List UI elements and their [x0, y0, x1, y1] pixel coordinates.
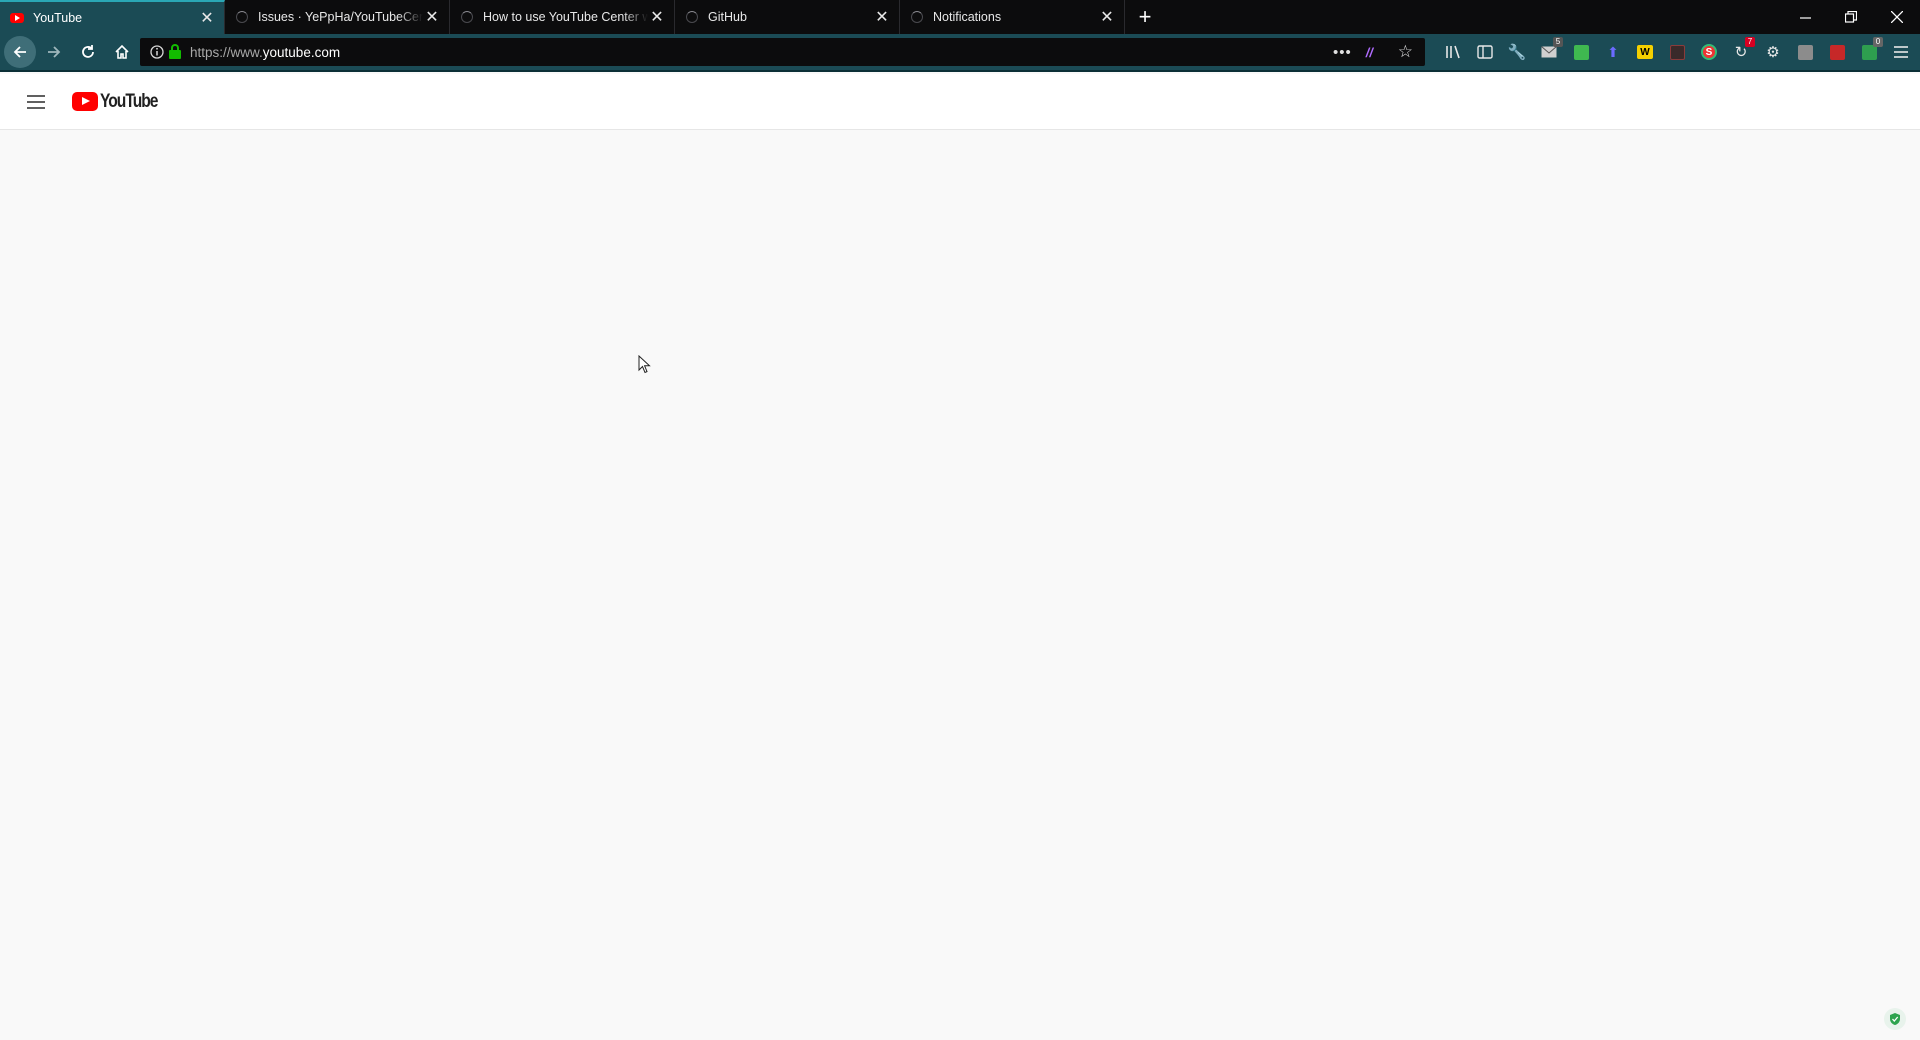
- grey-extension-icon[interactable]: [1792, 39, 1818, 65]
- tab-strip: YouTube ✕ Issues · YePpHa/YouTubeCenter …: [0, 0, 1920, 34]
- tab-title: Issues · YePpHa/YouTubeCenter: [258, 10, 423, 24]
- counter-badge: 0: [1873, 37, 1883, 47]
- red-extension-icon[interactable]: [1824, 39, 1850, 65]
- s-extension-icon[interactable]: S: [1696, 39, 1722, 65]
- new-tab-button[interactable]: +: [1129, 0, 1161, 34]
- close-window-button[interactable]: [1874, 0, 1920, 34]
- tab-title: YouTube: [33, 11, 83, 25]
- extension-slash-icon[interactable]: //: [1366, 45, 1384, 60]
- youtube-masthead: YouTube: [0, 74, 1920, 130]
- youtube-play-icon: [72, 92, 98, 111]
- navigation-toolbar: https://www.youtube.com ••• // ☆ 🔧 5 ⬆ W…: [0, 34, 1920, 72]
- address-bar[interactable]: https://www.youtube.com ••• // ☆: [140, 38, 1425, 66]
- close-tab-icon[interactable]: ✕: [873, 8, 891, 26]
- sidebar-icon[interactable]: [1472, 39, 1498, 65]
- green-counter-extension-icon[interactable]: 0: [1856, 37, 1883, 65]
- loading-spinner-icon: [685, 10, 699, 24]
- mail-extension-icon[interactable]: 5: [1536, 37, 1563, 65]
- youtube-logo[interactable]: YouTube: [72, 91, 170, 113]
- youtube-logo-text: YouTube: [100, 90, 158, 112]
- green-extension-icon[interactable]: [1568, 39, 1594, 65]
- home-button[interactable]: [106, 36, 138, 68]
- bookmark-star-icon[interactable]: ☆: [1398, 42, 1413, 62]
- tab-youtube[interactable]: YouTube ✕: [0, 0, 225, 34]
- tab-title: Notifications: [933, 10, 1002, 24]
- tab-title: How to use YouTube Center with: [483, 10, 648, 24]
- arrow-left-icon: [13, 46, 26, 58]
- forward-button[interactable]: [38, 36, 70, 68]
- page-content-area: [0, 131, 1920, 1040]
- wrench-extension-icon[interactable]: 🔧: [1504, 39, 1530, 65]
- loading-spinner-icon: [910, 10, 924, 24]
- mouse-cursor-icon: [638, 355, 651, 374]
- secure-lock-icon[interactable]: [168, 44, 182, 60]
- notifications-count-badge: 7: [1745, 37, 1755, 47]
- tab-notifications[interactable]: Notifications ✕: [900, 0, 1125, 34]
- gift-extension-icon[interactable]: [1664, 39, 1690, 65]
- close-tab-icon[interactable]: ✕: [1098, 8, 1116, 26]
- url-host: youtube.com: [262, 44, 341, 60]
- shield-icon[interactable]: [1884, 1008, 1906, 1030]
- close-tab-icon[interactable]: ✕: [423, 8, 441, 26]
- home-icon: [115, 44, 129, 59]
- site-info-icon[interactable]: [148, 43, 166, 61]
- library-icon[interactable]: [1440, 39, 1466, 65]
- tab-title: GitHub: [708, 10, 747, 24]
- extensions-toolbar: 🔧 5 ⬆ W S ↻ 7 ⚙ 0: [1440, 37, 1914, 65]
- mail-count-badge: 5: [1553, 37, 1563, 47]
- loading-spinner-icon: [460, 10, 474, 24]
- url-protocol: https://www.: [190, 44, 263, 60]
- page-actions-menu-icon[interactable]: •••: [1333, 44, 1352, 61]
- reload-button[interactable]: [72, 36, 104, 68]
- youtube-favicon-icon: [10, 11, 24, 25]
- close-tab-icon[interactable]: ✕: [198, 9, 216, 27]
- loading-spinner-icon: [235, 10, 249, 24]
- tab-github[interactable]: GitHub ✕: [675, 0, 900, 34]
- guide-menu-button[interactable]: [16, 82, 56, 122]
- hamburger-menu-icon[interactable]: [1888, 39, 1914, 65]
- arrow-right-icon: [48, 46, 61, 58]
- back-button[interactable]: [4, 36, 36, 68]
- restore-button[interactable]: [1828, 0, 1874, 34]
- tab-how-to-use[interactable]: How to use YouTube Center with ✕: [450, 0, 675, 34]
- url-text[interactable]: https://www.youtube.com: [190, 45, 1333, 60]
- notifications-extension-icon[interactable]: ↻ 7: [1728, 37, 1755, 65]
- arrow-extension-icon[interactable]: ⬆: [1600, 39, 1626, 65]
- window-controls: [1782, 0, 1920, 34]
- minimize-button[interactable]: [1782, 0, 1828, 34]
- tab-issues[interactable]: Issues · YePpHa/YouTubeCenter ✕: [225, 0, 450, 34]
- reload-icon: [82, 45, 94, 58]
- w-extension-icon[interactable]: W: [1632, 39, 1658, 65]
- close-tab-icon[interactable]: ✕: [648, 8, 666, 26]
- gear-icon[interactable]: ⚙: [1760, 39, 1786, 65]
